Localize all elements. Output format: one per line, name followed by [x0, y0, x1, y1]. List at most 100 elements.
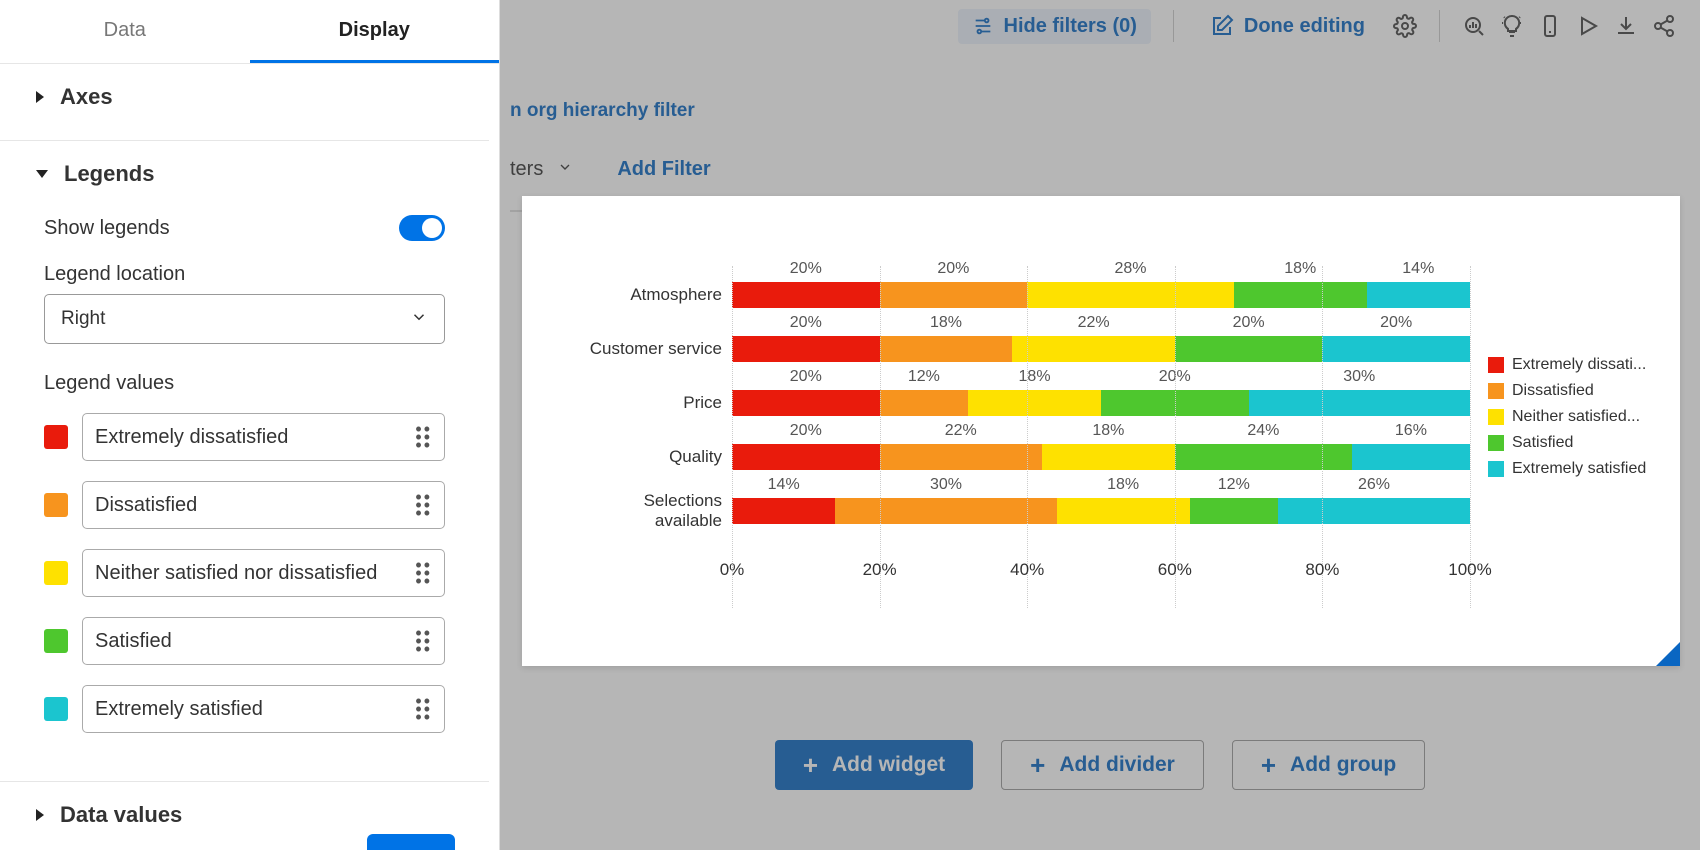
legend-value-input[interactable]: Extremely satisfied•••••• — [82, 685, 445, 733]
org-hierarchy-link[interactable]: n org hierarchy filter — [510, 100, 695, 122]
legend-location-label: Legend location — [44, 253, 445, 294]
legend-location-select[interactable]: Right — [44, 294, 445, 344]
sidebar-scroll[interactable]: Axes Legends Show legends Legend locatio… — [0, 64, 489, 850]
color-swatch[interactable] — [44, 425, 68, 449]
bar-segment[interactable] — [1278, 498, 1470, 524]
share-icon[interactable] — [1652, 14, 1676, 38]
apply-button-stub[interactable] — [367, 834, 455, 850]
top-toolbar: Hide filters (0) Done editing — [934, 0, 1700, 52]
hide-filters-button[interactable]: Hide filters (0) — [958, 9, 1151, 44]
x-axis: 0%20%40%60%80%100% — [732, 560, 1470, 584]
legend-location-value: Right — [61, 308, 105, 330]
legend-entry[interactable]: Neither satisfied... — [1488, 408, 1660, 426]
drag-handle-icon[interactable]: •••••• — [415, 425, 432, 449]
bar-segment[interactable] — [1190, 498, 1279, 524]
color-swatch[interactable] — [44, 561, 68, 585]
bar-segment[interactable] — [1101, 390, 1249, 416]
legend-entry[interactable]: Satisfied — [1488, 434, 1660, 452]
bar-segment[interactable] — [835, 498, 1056, 524]
bar-segment[interactable] — [1249, 390, 1470, 416]
tab-display[interactable]: Display — [250, 0, 500, 63]
chart-row: Quality — [572, 444, 1470, 470]
bar-segment[interactable] — [1027, 282, 1234, 308]
category-label: Atmosphere — [572, 285, 732, 305]
bar-track — [732, 336, 1470, 362]
axis-tick: 0% — [720, 560, 745, 580]
bar-segment[interactable] — [732, 498, 835, 524]
bar-segment[interactable] — [880, 282, 1028, 308]
add-filter-button[interactable]: Add Filter — [617, 158, 710, 181]
bar-segment[interactable] — [1012, 336, 1174, 362]
bar-segment[interactable] — [732, 336, 880, 362]
lightbulb-icon[interactable] — [1500, 14, 1524, 38]
bar-segment[interactable] — [732, 444, 880, 470]
drag-handle-icon[interactable]: •••••• — [415, 493, 432, 517]
bar-segment[interactable] — [1367, 282, 1470, 308]
legend-entry[interactable]: Dissatisfied — [1488, 382, 1660, 400]
bar-segment[interactable] — [1042, 444, 1175, 470]
chart-row: Selections available — [572, 498, 1470, 524]
color-swatch[interactable] — [44, 493, 68, 517]
add-divider-button[interactable]: + Add divider — [1001, 740, 1204, 790]
bar-segment[interactable] — [1234, 282, 1367, 308]
category-label: Price — [572, 393, 732, 413]
legend-swatch — [1488, 357, 1504, 373]
color-swatch[interactable] — [44, 629, 68, 653]
bar-segment[interactable] — [1352, 444, 1470, 470]
legend-value-input[interactable]: Neither satisfied nor dissatisfied •••••• — [82, 549, 445, 597]
bar-segment[interactable] — [732, 390, 880, 416]
legend-value-text: Neither satisfied nor dissatisfied — [95, 562, 377, 585]
add-group-button[interactable]: + Add group — [1232, 740, 1425, 790]
add-widget-button[interactable]: + Add widget — [775, 740, 973, 790]
stats-search-icon[interactable] — [1462, 14, 1486, 38]
section-axes[interactable]: Axes — [0, 64, 489, 122]
bar-segment[interactable] — [1175, 444, 1352, 470]
legend-value-input[interactable]: Satisfied•••••• — [82, 617, 445, 665]
bar-value: 28% — [1027, 260, 1234, 280]
bar-segment[interactable] — [880, 444, 1042, 470]
bar-value: 20% — [732, 368, 880, 388]
bar-segment[interactable] — [880, 390, 969, 416]
bar-segment[interactable] — [968, 390, 1101, 416]
gear-icon[interactable] — [1393, 14, 1417, 38]
sidebar-tabs: Data Display — [0, 0, 499, 64]
section-data-values[interactable]: Data values — [0, 782, 489, 840]
drag-handle-icon[interactable]: •••••• — [415, 561, 432, 585]
legend-label: Extremely dissati... — [1512, 356, 1646, 374]
bar-value: 20% — [880, 260, 1028, 280]
mobile-icon[interactable] — [1538, 14, 1562, 38]
bar-segment[interactable] — [1175, 336, 1323, 362]
section-legends[interactable]: Legends — [0, 141, 489, 199]
bar-value: 24% — [1175, 422, 1352, 442]
legend-entry[interactable]: Extremely dissati... — [1488, 356, 1660, 374]
bar-segment[interactable] — [1322, 336, 1470, 362]
bar-segment[interactable] — [1057, 498, 1190, 524]
legend-value-input[interactable]: Extremely dissatisfied•••••• — [82, 413, 445, 461]
filters-dropdown[interactable]: ters — [510, 158, 573, 181]
bar-segment[interactable] — [732, 282, 880, 308]
play-icon[interactable] — [1576, 14, 1600, 38]
bar-segment[interactable] — [880, 336, 1013, 362]
drag-handle-icon[interactable]: •••••• — [415, 629, 432, 653]
bar-value: 14% — [1367, 260, 1470, 280]
legend-value-row: Extremely dissatisfied•••••• — [44, 403, 445, 471]
tab-data[interactable]: Data — [0, 0, 250, 63]
chart-row: Atmosphere — [572, 282, 1470, 308]
done-editing-button[interactable]: Done editing — [1196, 8, 1379, 44]
legend-value-input[interactable]: Dissatisfied•••••• — [82, 481, 445, 529]
download-icon[interactable] — [1614, 14, 1638, 38]
caret-right-icon — [36, 809, 44, 821]
chevron-down-icon — [557, 159, 573, 180]
drag-handle-icon[interactable]: •••••• — [415, 697, 432, 721]
bar-value: 14% — [732, 476, 835, 496]
chevron-down-icon — [410, 308, 428, 331]
color-swatch[interactable] — [44, 697, 68, 721]
axes-label: Axes — [60, 84, 113, 110]
resize-handle[interactable] — [1656, 642, 1680, 666]
show-legends-toggle[interactable] — [399, 215, 445, 241]
data-values-label: Data values — [60, 802, 182, 828]
chart-widget[interactable]: 20%20%28%18%14%Atmosphere20%18%22%20%20%… — [522, 196, 1680, 666]
legend-entry[interactable]: Extremely satisfied — [1488, 460, 1660, 478]
dashboard-actions: + Add widget + Add divider + Add group — [500, 740, 1700, 790]
category-label: Selections available — [572, 491, 732, 531]
